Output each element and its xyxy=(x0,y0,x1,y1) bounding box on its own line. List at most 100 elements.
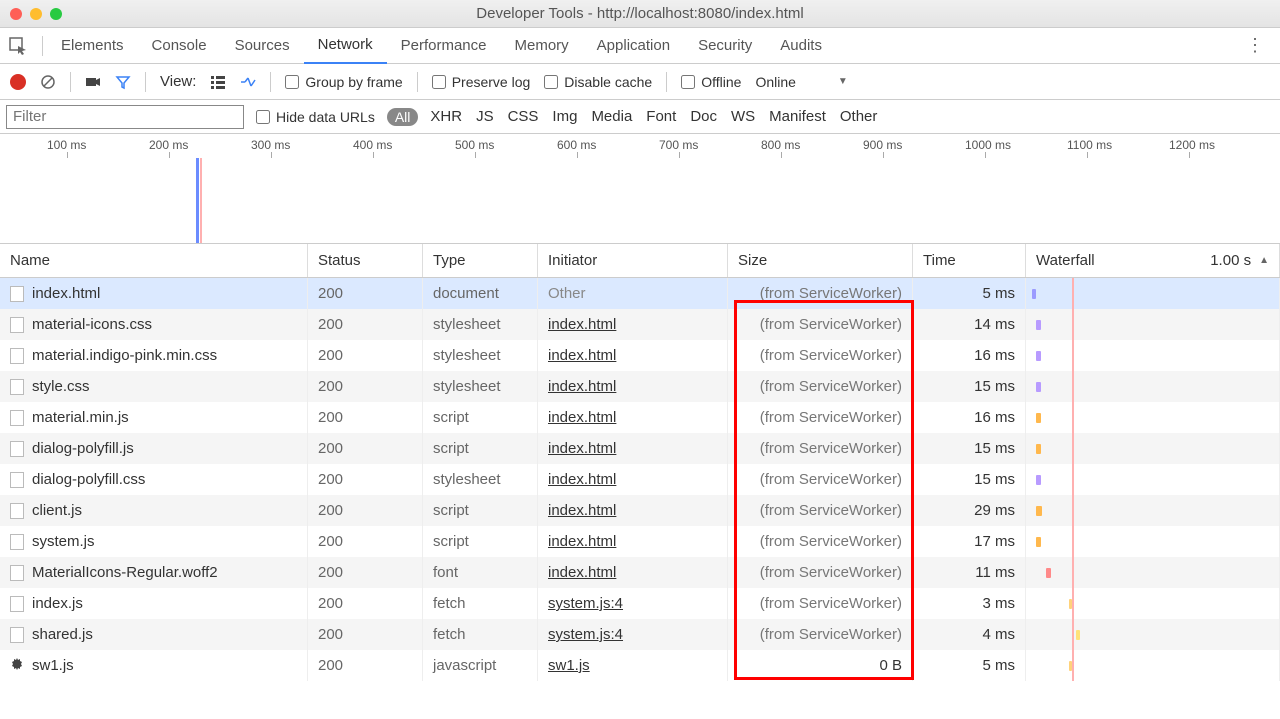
filter-type-manifest[interactable]: Manifest xyxy=(769,108,826,125)
maximize-window-icon[interactable] xyxy=(50,8,62,20)
cell-status: 200 xyxy=(308,650,423,681)
tab-performance[interactable]: Performance xyxy=(387,28,501,64)
cell-type: javascript xyxy=(423,650,538,681)
close-window-icon[interactable] xyxy=(10,8,22,20)
cell-size: (from ServiceWorker) xyxy=(728,619,913,650)
large-rows-icon[interactable] xyxy=(210,74,226,90)
tab-application[interactable]: Application xyxy=(583,28,684,64)
table-row[interactable]: MaterialIcons-Regular.woff2200fontindex.… xyxy=(0,557,1280,588)
table-row[interactable]: material.indigo-pink.min.css200styleshee… xyxy=(0,340,1280,371)
cell-initiator[interactable]: index.html xyxy=(538,557,728,588)
col-type[interactable]: Type xyxy=(423,244,538,277)
filter-type-media[interactable]: Media xyxy=(591,108,632,125)
separator xyxy=(145,72,146,92)
more-menu-icon[interactable]: ⋮ xyxy=(1238,35,1272,56)
tab-audits[interactable]: Audits xyxy=(766,28,836,64)
table-row[interactable]: dialog-polyfill.css200stylesheetindex.ht… xyxy=(0,464,1280,495)
timeline-overview[interactable]: 100 ms200 ms300 ms400 ms500 ms600 ms700 … xyxy=(0,134,1280,244)
timeline-tick: 900 ms xyxy=(863,138,902,152)
cell-waterfall xyxy=(1026,557,1280,588)
cell-initiator[interactable]: index.html xyxy=(538,340,728,371)
cell-time: 5 ms xyxy=(913,278,1026,309)
cell-initiator[interactable]: index.html xyxy=(538,309,728,340)
filter-type-font[interactable]: Font xyxy=(646,108,676,125)
gear-icon xyxy=(10,657,24,675)
tab-console[interactable]: Console xyxy=(138,28,221,64)
filter-type-img[interactable]: Img xyxy=(552,108,577,125)
throttle-select[interactable]: Online▼ xyxy=(755,74,847,90)
minimize-window-icon[interactable] xyxy=(30,8,42,20)
table-row[interactable]: index.html200documentOther(from ServiceW… xyxy=(0,278,1280,309)
clear-icon[interactable] xyxy=(40,74,56,90)
filter-type-other[interactable]: Other xyxy=(840,108,878,125)
filter-type-doc[interactable]: Doc xyxy=(690,108,717,125)
table-row[interactable]: client.js200scriptindex.html(from Servic… xyxy=(0,495,1280,526)
window-titlebar: Developer Tools - http://localhost:8080/… xyxy=(0,0,1280,28)
filter-type-ws[interactable]: WS xyxy=(731,108,755,125)
cell-initiator[interactable]: index.html xyxy=(538,371,728,402)
camera-icon[interactable] xyxy=(85,74,101,90)
table-row[interactable]: dialog-polyfill.js200scriptindex.html(fr… xyxy=(0,433,1280,464)
tab-network[interactable]: Network xyxy=(304,28,387,64)
file-icon xyxy=(10,286,24,302)
load-line xyxy=(200,158,202,243)
group-by-frame-checkbox[interactable]: Group by frame xyxy=(285,74,402,90)
cell-initiator[interactable]: sw1.js xyxy=(538,650,728,681)
record-button[interactable] xyxy=(10,74,26,90)
table-row[interactable]: style.css200stylesheetindex.html(from Se… xyxy=(0,371,1280,402)
timeline-tick: 300 ms xyxy=(251,138,290,152)
cell-type: stylesheet xyxy=(423,340,538,371)
table-row[interactable]: material.min.js200scriptindex.html(from … xyxy=(0,402,1280,433)
cell-status: 200 xyxy=(308,340,423,371)
table-row[interactable]: index.js200fetchsystem.js:4(from Service… xyxy=(0,588,1280,619)
filter-input[interactable] xyxy=(6,105,244,129)
table-row[interactable]: system.js200scriptindex.html(from Servic… xyxy=(0,526,1280,557)
timeline-tick: 100 ms xyxy=(47,138,86,152)
hide-data-urls-checkbox[interactable]: Hide data URLs xyxy=(256,109,375,125)
filter-type-js[interactable]: JS xyxy=(476,108,494,125)
col-time[interactable]: Time xyxy=(913,244,1026,277)
cell-waterfall xyxy=(1026,619,1280,650)
filter-icon[interactable] xyxy=(115,74,131,90)
col-waterfall[interactable]: Waterfall 1.00 s▲ xyxy=(1026,244,1280,277)
sort-caret-icon: ▲ xyxy=(1259,255,1269,266)
filter-type-xhr[interactable]: XHR xyxy=(430,108,462,125)
table-row[interactable]: shared.js200fetchsystem.js:4(from Servic… xyxy=(0,619,1280,650)
tab-sources[interactable]: Sources xyxy=(221,28,304,64)
cell-initiator[interactable]: system.js:4 xyxy=(538,588,728,619)
cell-initiator[interactable]: index.html xyxy=(538,495,728,526)
cell-initiator[interactable]: index.html xyxy=(538,464,728,495)
cell-initiator[interactable]: index.html xyxy=(538,402,728,433)
filter-all[interactable]: All xyxy=(387,108,419,126)
inspect-element-icon[interactable] xyxy=(8,36,28,56)
timeline-tick: 400 ms xyxy=(353,138,392,152)
timeline-tick: 800 ms xyxy=(761,138,800,152)
col-status[interactable]: Status xyxy=(308,244,423,277)
table-row[interactable]: sw1.js200javascriptsw1.js0 B5 ms xyxy=(0,650,1280,681)
cell-size: (from ServiceWorker) xyxy=(728,371,913,402)
cell-size: (from ServiceWorker) xyxy=(728,526,913,557)
cell-size: (from ServiceWorker) xyxy=(728,278,913,309)
table-row[interactable]: material-icons.css200stylesheetindex.htm… xyxy=(0,309,1280,340)
offline-checkbox[interactable]: Offline xyxy=(681,74,741,90)
cell-status: 200 xyxy=(308,464,423,495)
cell-type: stylesheet xyxy=(423,309,538,340)
col-size[interactable]: Size xyxy=(728,244,913,277)
col-initiator[interactable]: Initiator xyxy=(538,244,728,277)
preserve-log-checkbox[interactable]: Preserve log xyxy=(432,74,531,90)
filter-type-css[interactable]: CSS xyxy=(508,108,539,125)
overview-icon[interactable] xyxy=(240,74,256,90)
tab-memory[interactable]: Memory xyxy=(501,28,583,64)
tab-elements[interactable]: Elements xyxy=(47,28,138,64)
cell-initiator[interactable]: index.html xyxy=(538,526,728,557)
cell-initiator[interactable]: system.js:4 xyxy=(538,619,728,650)
request-table-body: index.html200documentOther(from ServiceW… xyxy=(0,278,1280,681)
tab-security[interactable]: Security xyxy=(684,28,766,64)
timeline-tick: 600 ms xyxy=(557,138,596,152)
cell-initiator[interactable]: index.html xyxy=(538,433,728,464)
disable-cache-checkbox[interactable]: Disable cache xyxy=(544,74,652,90)
cell-time: 11 ms xyxy=(913,557,1026,588)
request-name: dialog-polyfill.css xyxy=(32,471,145,488)
cell-waterfall xyxy=(1026,278,1280,309)
col-name[interactable]: Name xyxy=(0,244,308,277)
